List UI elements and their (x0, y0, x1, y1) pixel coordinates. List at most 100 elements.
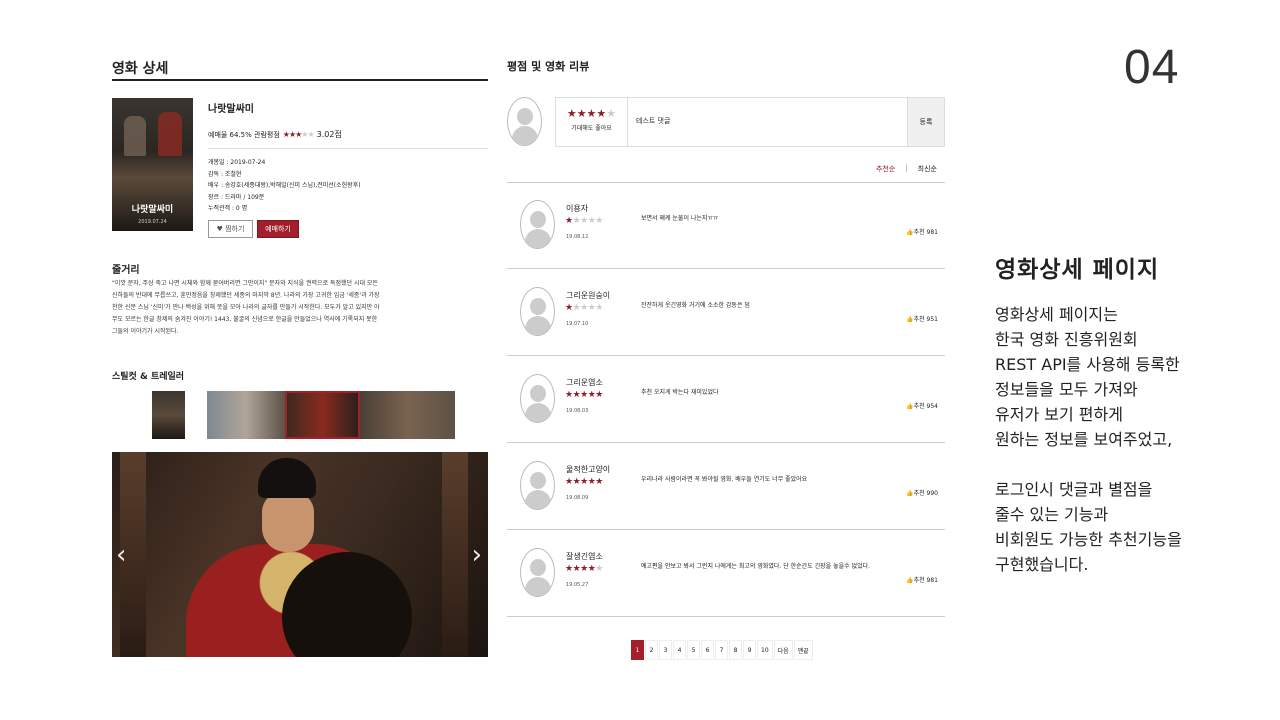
page-next[interactable]: 다음 (773, 640, 793, 660)
thumbs-up-icon: 👍 (906, 229, 914, 236)
like-button[interactable]: ♥ 찜하기 (208, 220, 253, 238)
recommend-button[interactable]: 👍추천 954 (906, 401, 938, 410)
rating-hint: 기대해도 좋아요 (571, 125, 612, 132)
review-stars: ★★★★★ (565, 477, 603, 487)
review-write-box: ★★★★★ 기대해도 좋아요 테스트 댓글 등록 (555, 97, 945, 147)
review-stars: ★★★★★ (565, 303, 603, 313)
page-7[interactable]: 7 (715, 640, 728, 660)
page-3[interactable]: 3 (659, 640, 672, 660)
sort-latest[interactable]: 최신순 (918, 164, 937, 174)
movie-detail-panel: 영화 상세 나랏말싸미 2019.07.24 나랏말싸미 예매율 64.5% 관… (112, 58, 488, 657)
review-item: 그리운염소 ★★★★★ 19.08.03 추천 오지게 박는다 재미있었다 👍추… (507, 357, 945, 443)
chevron-left-icon[interactable]: ‹ (116, 540, 126, 570)
thumbs-up-icon: 👍 (906, 577, 914, 584)
recommend-button[interactable]: 👍추천 981 (906, 575, 938, 584)
page-8[interactable]: 8 (729, 640, 742, 660)
review-user: 잘생긴염소 (566, 552, 603, 561)
reviews-title: 평점 및 영화 리뷰 (507, 60, 590, 73)
sort-options: 추천순 | 최신순 (876, 164, 937, 174)
slide-description: 영화상세 페이지 영화상세 페이지는 한국 영화 진흥위원회 REST API를… (995, 250, 1255, 577)
star-rating-input[interactable]: ★★★★★ 기대해도 좋아요 (556, 98, 628, 146)
synopsis-heading: 줄거리 (112, 265, 140, 276)
still-thumbnail[interactable] (360, 391, 455, 439)
review-user: 그리운원숭이 (566, 291, 611, 300)
thumbs-up-icon: 👍 (906, 403, 914, 410)
meta-release: 개봉일 : 2019-07-24 (208, 159, 266, 166)
description-line: 한국 영화 진흥위원회 (995, 330, 1138, 349)
review-date: 19.05.27 (566, 582, 589, 588)
meta-director: 감독 : 조철현 (208, 170, 242, 178)
review-text: 예고편을 안보고 봐서 그런지 나에게는 최고의 영화였다. 단 한순간도 긴장… (641, 563, 871, 570)
slide-number: 04 (1124, 41, 1180, 94)
page-6[interactable]: 6 (701, 640, 714, 660)
thumbs-up-icon: 👍 (906, 316, 914, 323)
movie-meta: 개봉일 : 2019-07-24 감독 : 조철현 배우 : 송강호(세종대왕)… (208, 157, 488, 215)
review-input[interactable]: 테스트 댓글 (636, 116, 670, 126)
sort-separator: | (905, 164, 908, 172)
review-date: 19.08.12 (566, 234, 589, 240)
page-4[interactable]: 4 (673, 640, 686, 660)
still-image-viewer: ‹ › (112, 452, 488, 657)
rating-prefix: 예매율 64.5% 관람평점 (208, 130, 280, 139)
review-text: 우리나라 사람이라면 꼭 봐야될 영화. 배우들 연기도 너무 좋았어요 (641, 476, 808, 483)
synopsis-text: "이깟 문자, 주상 죽고 나면 시체와 함께 묻어버리면 그만이지" 문자와 … (112, 280, 380, 335)
recommend-button[interactable]: 👍추천 951 (906, 314, 938, 323)
review-text: 추천 오지게 박는다 재미있었다 (641, 389, 719, 396)
review-user: 이용자 (566, 204, 589, 213)
review-date: 19.07.10 (566, 321, 589, 327)
poster-title: 나랏말싸미 (131, 205, 174, 215)
detail-title: 영화 상세 (112, 58, 488, 81)
submit-review-button[interactable]: 등록 (907, 98, 944, 146)
review-date: 19.08.09 (566, 495, 589, 501)
page-last[interactable]: 맨끝 (793, 640, 813, 660)
pagination: 1 2 3 4 5 6 7 8 9 10 다음 맨끝 (631, 640, 813, 660)
description-line: 로그인시 댓글과 별점을 (995, 480, 1153, 499)
still-thumbnail-selected[interactable] (285, 391, 360, 439)
meta-actors: 배우 : 송강호(세종대왕),박해일(신미 스님),전미선(소헌왕후) (208, 182, 361, 189)
review-user: 그리운염소 (566, 378, 603, 387)
meta-audience: 누적관객 : 0 명 (208, 205, 248, 212)
still-thumbnail[interactable] (152, 391, 185, 439)
user-avatar-icon (520, 461, 555, 510)
review-stars: ★★★★★ (565, 564, 603, 574)
user-avatar-icon (520, 200, 555, 249)
user-avatar-icon (520, 374, 555, 423)
page-1[interactable]: 1 (631, 640, 644, 660)
description-heading: 영화상세 페이지 (995, 257, 1160, 283)
description-line: 영화상세 페이지는 (995, 305, 1118, 324)
still-thumbnail[interactable] (207, 391, 285, 439)
review-stars: ★★★★★ (565, 390, 603, 400)
meta-genre: 장르 : 드라마 / 109분 (208, 193, 265, 201)
user-avatar-icon (520, 548, 555, 597)
recommend-button[interactable]: 👍추천 990 (906, 488, 938, 497)
description-text: 영화상세 페이지는 한국 영화 진흥위원회 REST API를 사용해 등록한 … (995, 302, 1255, 577)
action-buttons: ♥ 찜하기 예매하기 (208, 220, 299, 238)
book-button[interactable]: 예매하기 (257, 220, 299, 238)
chevron-right-icon[interactable]: › (472, 540, 482, 570)
poster-date: 2019.07.24 (138, 219, 167, 225)
thumbs-up-icon: 👍 (906, 490, 914, 497)
review-stars: ★★★★★ (565, 216, 603, 226)
page-2[interactable]: 2 (645, 640, 658, 660)
user-avatar-icon (507, 97, 542, 146)
page-5[interactable]: 5 (687, 640, 700, 660)
sort-recommend[interactable]: 추천순 (876, 164, 895, 174)
review-user: 울적한고양이 (566, 465, 611, 474)
movie-info: 나랏말싸미 2019.07.24 나랏말싸미 예매율 64.5% 관람평점 ★★… (112, 98, 488, 238)
rating-score: 3.02점 (316, 130, 342, 139)
description-line: 비회원도 가능한 추천기능을 (995, 530, 1182, 549)
page-9[interactable]: 9 (743, 640, 756, 660)
review-date: 19.08.03 (566, 408, 589, 414)
reviews-panel: 평점 및 영화 리뷰 ★★★★★ 기대해도 좋아요 테스트 댓글 등록 추천순 … (507, 58, 945, 660)
movie-name: 나랏말싸미 (208, 104, 254, 115)
info-column: 나랏말싸미 예매율 64.5% 관람평점 ★★★★★ 3.02점 개봉일 : 2… (208, 98, 488, 215)
description-line: 구현했습니다. (995, 555, 1089, 574)
review-item: 이용자 ★★★★★ 19.08.12 보면서 왜케 눈물이 나는지ㅠㅠ 👍추천 … (507, 183, 945, 269)
movie-poster[interactable]: 나랏말싸미 2019.07.24 (112, 98, 193, 231)
user-avatar-icon (520, 287, 555, 336)
recommend-button[interactable]: 👍추천 981 (906, 227, 938, 236)
review-item: 그리운원숭이 ★★★★★ 19.07.10 잔잔하게 웃긴영화 거기에 소소한 … (507, 270, 945, 356)
description-line: 유저가 보기 편하게 (995, 405, 1123, 424)
description-line: 정보들을 모두 가져와 (995, 380, 1138, 399)
page-10[interactable]: 10 (757, 640, 773, 660)
